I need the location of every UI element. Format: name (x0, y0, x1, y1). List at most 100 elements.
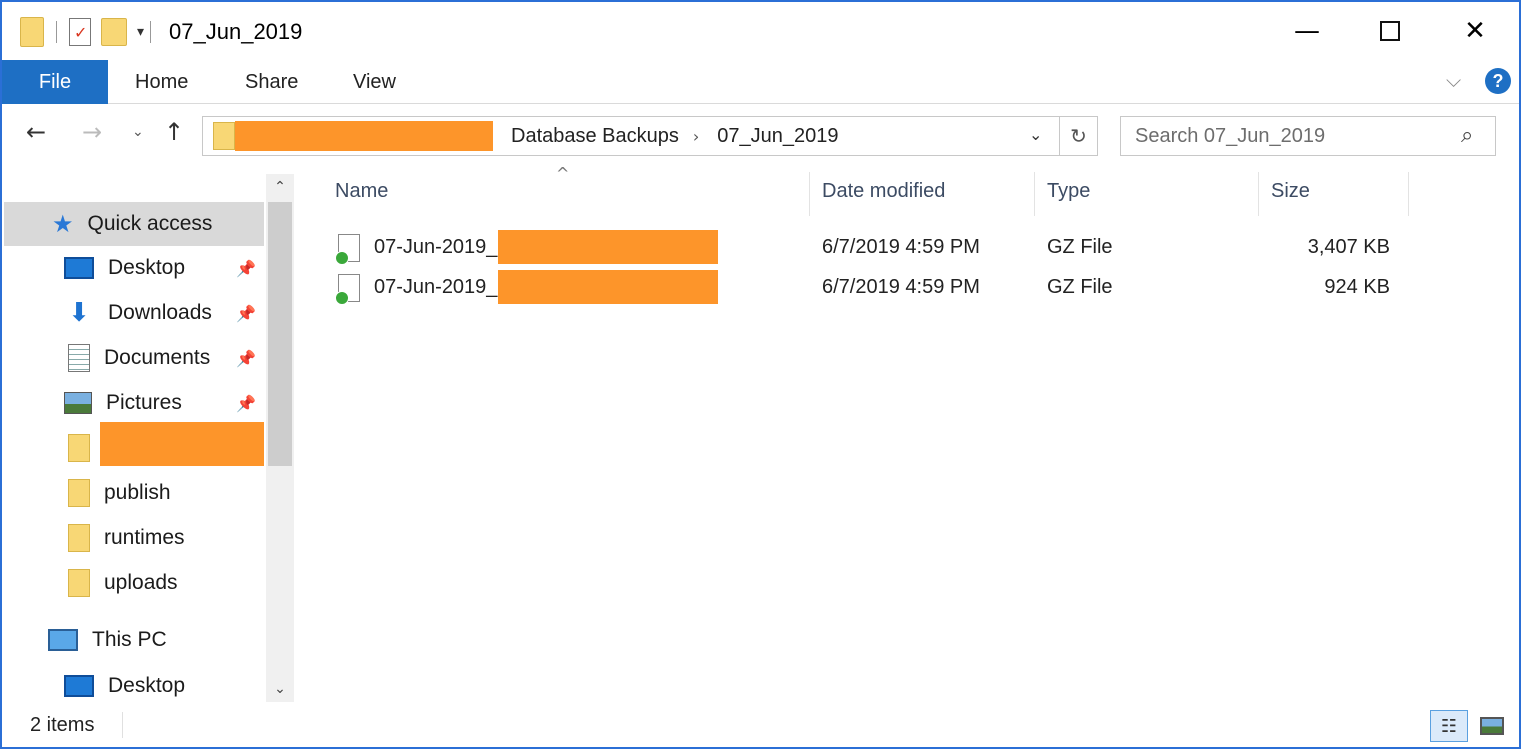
pin-icon[interactable]: 📌 (236, 304, 256, 323)
new-folder-icon[interactable] (101, 18, 127, 46)
tab-view[interactable]: View (353, 60, 396, 104)
sidebar-item-this-pc-desktop[interactable]: Desktop (64, 664, 264, 708)
gz-file-icon (335, 234, 360, 265)
pin-icon[interactable]: 📌 (236, 259, 256, 278)
sidebar-item-label: publish (104, 481, 171, 504)
download-icon: ⬇ (68, 298, 90, 328)
file-size: 3,407 KB (1307, 236, 1390, 258)
toolbar-divider (150, 21, 152, 43)
file-row[interactable]: 07-Jun-2019_ 6/7/2019 4:59 PM GZ File 3,… (334, 228, 1404, 268)
address-bar[interactable]: Database Backups › 07_Jun_2019 ⌄ ↻ (202, 116, 1098, 156)
folder-icon[interactable] (20, 17, 44, 47)
folder-icon (68, 569, 90, 597)
navigation-bar: ← → ⌄ ↑ Database Backups › 07_Jun_2019 ⌄… (2, 104, 1519, 166)
column-header-name[interactable]: Name (335, 166, 388, 216)
file-date-modified: 6/7/2019 4:59 PM (822, 276, 980, 298)
sidebar-item-label: uploads (104, 571, 178, 594)
explorer-window: ▾ 07_Jun_2019 — ✕ File Home Share View ⌵… (0, 0, 1521, 749)
redacted-file-name (498, 270, 718, 304)
customize-toolbar-dropdown-icon[interactable]: ▾ (137, 24, 144, 40)
title-bar: ▾ 07_Jun_2019 — ✕ (2, 2, 1519, 60)
sidebar-item-desktop[interactable]: Desktop 📌 (64, 246, 264, 290)
breadcrumb-separator-icon[interactable]: › (693, 127, 699, 146)
file-type: GZ File (1047, 236, 1113, 258)
sidebar-item-label: Desktop (108, 674, 186, 697)
sidebar-item-runtimes[interactable]: runtimes (64, 516, 264, 560)
sidebar-item-label: Downloads (108, 301, 212, 324)
file-name: 07-Jun-2019_ (374, 236, 498, 258)
tab-home[interactable]: Home (135, 60, 188, 104)
breadcrumb-database-backups[interactable]: Database Backups (511, 125, 679, 148)
sidebar-item-label: runtimes (104, 526, 185, 549)
address-dropdown-chevron-icon[interactable]: ⌄ (1029, 125, 1042, 144)
details-view-icon: ☷ (1440, 715, 1458, 737)
quick-access-toolbar: ▾ 07_Jun_2019 (20, 16, 302, 48)
file-type: GZ File (1047, 276, 1113, 298)
tab-share[interactable]: Share (245, 60, 298, 104)
star-icon: ★ (52, 210, 74, 238)
details-view-button[interactable]: ☷ (1430, 710, 1468, 742)
pin-icon[interactable]: 📌 (236, 394, 256, 413)
window-title: 07_Jun_2019 (169, 19, 303, 44)
navigation-pane: ★ Quick access Desktop 📌 ⬇ Downloads 📌 D… (2, 166, 298, 706)
toolbar-divider (56, 21, 57, 43)
sidebar-item-label: Documents (104, 346, 211, 369)
column-divider[interactable] (809, 172, 810, 216)
sidebar-item-documents[interactable]: Documents 📌 (64, 336, 264, 380)
desktop-icon (64, 675, 94, 697)
breadcrumb-current-folder[interactable]: 07_Jun_2019 (717, 125, 838, 148)
column-header-type[interactable]: Type (1047, 166, 1090, 216)
sidebar-item-uploads[interactable]: uploads (64, 561, 264, 605)
sidebar-item-quick-access[interactable]: ★ Quick access (4, 202, 264, 246)
file-name: 07-Jun-2019_ (374, 276, 498, 298)
search-box[interactable]: ⌕ (1120, 116, 1496, 156)
expand-ribbon-chevron-icon[interactable]: ⌵ (1446, 68, 1461, 92)
sidebar-item-label: This PC (92, 628, 167, 651)
folder-icon (68, 524, 90, 552)
sidebar-item-label: Quick access (87, 212, 213, 235)
properties-icon[interactable] (69, 18, 91, 46)
file-size: 924 KB (1324, 276, 1390, 298)
large-icons-view-button[interactable] (1476, 710, 1508, 742)
sidebar-item-label: Pictures (106, 391, 182, 414)
redacted-file-name (498, 230, 718, 264)
redacted-folder-name (100, 422, 264, 466)
file-row[interactable]: 07-Jun-2019_ 6/7/2019 4:59 PM GZ File 92… (334, 268, 1404, 308)
redacted-path (235, 121, 493, 151)
help-icon[interactable]: ? (1485, 68, 1511, 94)
status-divider (122, 712, 123, 738)
sidebar-item-publish[interactable]: publish (64, 471, 264, 515)
scroll-up-chevron-icon[interactable]: ⌃ (266, 174, 294, 200)
up-arrow-icon[interactable]: ↑ (164, 118, 184, 146)
column-divider[interactable] (1408, 172, 1409, 216)
search-icon[interactable]: ⌕ (1461, 123, 1473, 148)
tab-file[interactable]: File (2, 60, 108, 104)
file-list: ^ Name Date modified Type Size 07-Jun-20… (298, 164, 1519, 706)
search-input[interactable] (1135, 124, 1445, 148)
minimize-button[interactable]: — (1264, 2, 1350, 60)
column-header-size[interactable]: Size (1271, 166, 1310, 216)
item-count: 2 items (30, 714, 95, 736)
close-button[interactable]: ✕ (1432, 2, 1518, 60)
file-date-modified: 6/7/2019 4:59 PM (822, 236, 980, 258)
folder-icon (213, 122, 235, 150)
sidebar-item-downloads[interactable]: ⬇ Downloads 📌 (64, 291, 264, 335)
column-divider[interactable] (1258, 172, 1259, 216)
pin-icon[interactable]: 📌 (236, 349, 256, 368)
column-divider[interactable] (1034, 172, 1035, 216)
maximize-button[interactable] (1347, 2, 1433, 60)
forward-arrow-icon[interactable]: → (82, 118, 102, 146)
scroll-down-chevron-icon[interactable]: ⌄ (266, 676, 294, 702)
gz-file-icon (335, 274, 360, 305)
recent-locations-chevron-icon[interactable]: ⌄ (132, 124, 144, 140)
sidebar-scrollbar[interactable]: ⌃ ⌄ (266, 174, 294, 702)
sidebar-item-pictures[interactable]: Pictures 📌 (64, 381, 264, 425)
scrollbar-thumb[interactable] (268, 202, 292, 466)
folder-icon (68, 479, 90, 507)
large-icons-view-icon (1480, 717, 1504, 735)
refresh-icon[interactable]: ↻ (1059, 117, 1097, 155)
documents-icon (68, 344, 90, 372)
column-header-date-modified[interactable]: Date modified (822, 166, 945, 216)
back-arrow-icon[interactable]: ← (26, 118, 46, 146)
sidebar-item-this-pc[interactable]: This PC (48, 618, 264, 662)
